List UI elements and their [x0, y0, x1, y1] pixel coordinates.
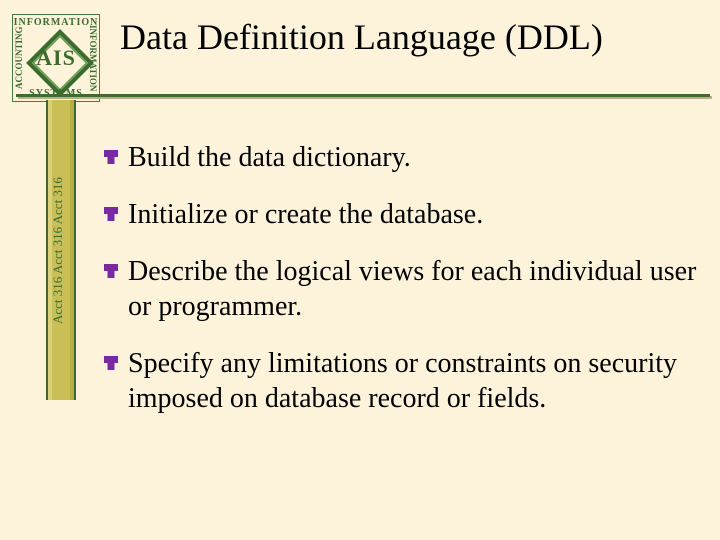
bullet-icon — [104, 207, 118, 221]
logo-arc-left: ACCOUNTING — [14, 15, 24, 101]
bullet-icon — [104, 264, 118, 278]
list-item-text: Initialize or create the database. — [128, 197, 483, 232]
list-item: Build the data dictionary. — [104, 140, 698, 175]
bullet-icon — [104, 356, 118, 370]
logo-arc-top: INFORMATION — [13, 17, 99, 28]
list-item: Describe the logical views for each indi… — [104, 254, 698, 324]
list-item: Initialize or create the database. — [104, 197, 698, 232]
side-spine-text: Acct 316 Acct 316 Acct 316 — [50, 106, 68, 396]
title-area: Data Definition Language (DDL) — [120, 18, 710, 58]
title-underline — [16, 94, 710, 97]
list-item-text: Build the data dictionary. — [128, 140, 411, 175]
logo-arc-right: INFORMATION — [88, 15, 98, 101]
list-item-text: Describe the logical views for each indi… — [128, 254, 698, 324]
list-item: Specify any limitations or constraints o… — [104, 346, 698, 416]
bullet-icon — [104, 150, 118, 164]
ais-logo: AIS INFORMATION SYSTEMS ACCOUNTING INFOR… — [12, 14, 100, 102]
list-item-text: Specify any limitations or constraints o… — [128, 346, 698, 416]
slide-title: Data Definition Language (DDL) — [120, 18, 710, 58]
bullet-list: Build the data dictionary. Initialize or… — [104, 140, 698, 438]
